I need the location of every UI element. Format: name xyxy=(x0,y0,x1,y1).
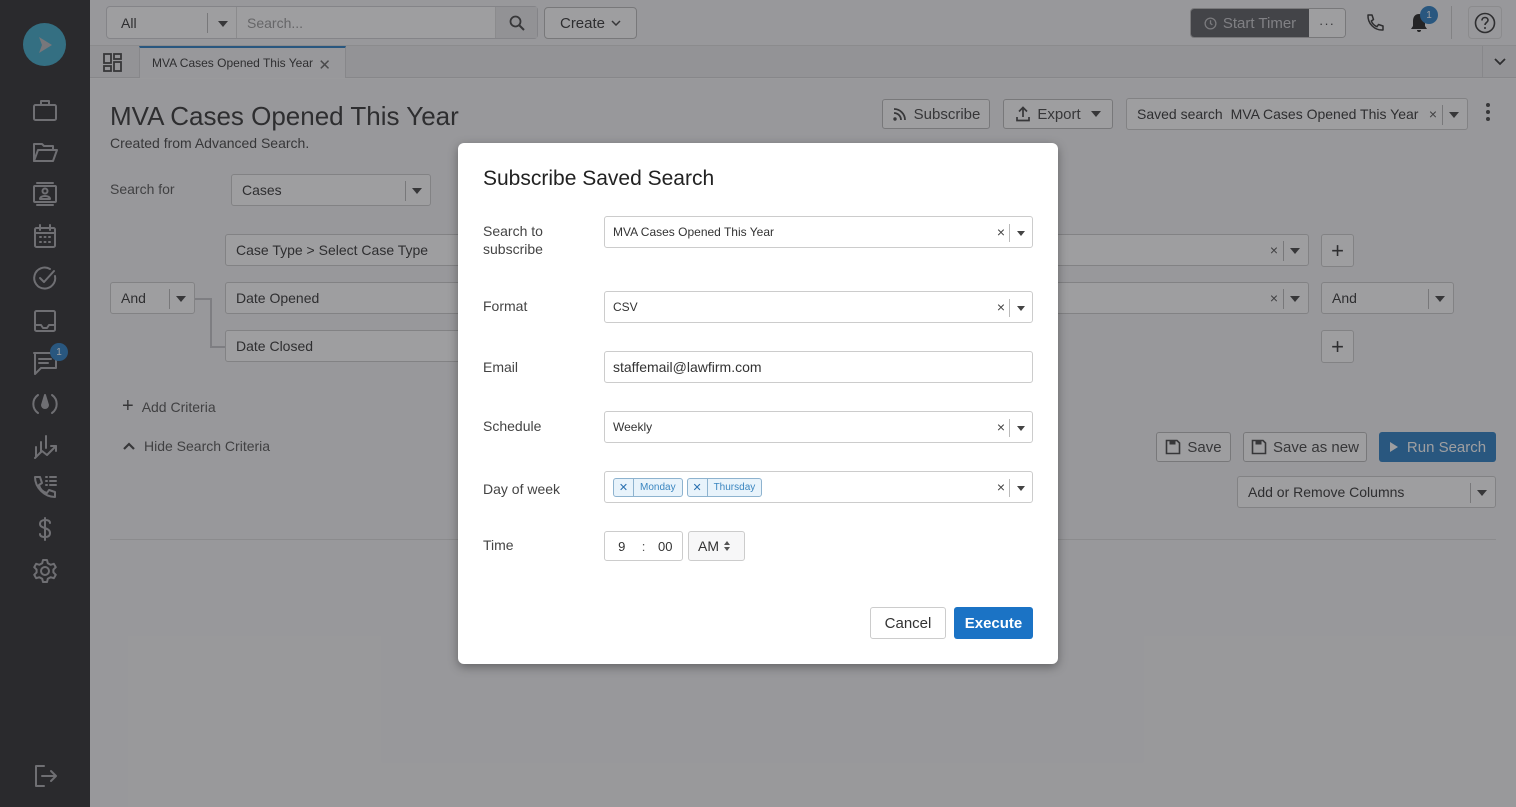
search-to-subscribe-select[interactable]: MVA Cases Opened This Year × xyxy=(604,216,1033,248)
search-to-subscribe-value: MVA Cases Opened This Year xyxy=(613,225,774,239)
modal-title: Subscribe Saved Search xyxy=(483,167,715,190)
day-tag: ✕ Thursday xyxy=(686,477,763,497)
format-value: CSV xyxy=(613,300,638,314)
schedule-select[interactable]: Weekly × xyxy=(604,411,1033,443)
caret-down-icon xyxy=(1017,231,1025,236)
remove-tag-icon[interactable]: ✕ xyxy=(688,478,708,496)
format-select[interactable]: CSV × xyxy=(604,291,1033,323)
day-tag-label: Monday xyxy=(640,481,676,493)
time-label: Time xyxy=(483,537,514,553)
remove-tag-icon[interactable]: ✕ xyxy=(614,478,634,496)
email-field[interactable] xyxy=(604,351,1033,383)
hour-input[interactable]: 9 xyxy=(605,539,639,554)
execute-button[interactable]: Execute xyxy=(954,607,1033,639)
day-of-week-label: Day of week xyxy=(483,481,561,497)
ampm-select[interactable]: AM xyxy=(688,531,745,561)
sort-arrows-icon xyxy=(724,541,730,551)
time-input: 9 : 00 xyxy=(604,531,683,561)
day-tag-label: Thursday xyxy=(713,481,756,493)
caret-down-icon xyxy=(1017,426,1025,431)
clear-icon[interactable]: × xyxy=(997,224,1005,240)
day-of-week-multiselect[interactable]: ✕ Monday ✕ Thursday × xyxy=(604,471,1033,503)
ampm-value: AM xyxy=(698,538,719,554)
clear-icon[interactable]: × xyxy=(997,479,1005,495)
schedule-label: Schedule xyxy=(483,418,542,434)
format-label: Format xyxy=(483,298,528,314)
clear-icon[interactable]: × xyxy=(997,299,1005,315)
search-to-subscribe-label: Search to subscribe xyxy=(483,223,543,257)
time-separator: : xyxy=(641,538,646,554)
schedule-value: Weekly xyxy=(613,420,653,434)
cancel-button[interactable]: Cancel xyxy=(870,607,946,639)
day-tag: ✕ Monday xyxy=(613,477,683,497)
email-label: Email xyxy=(483,359,519,375)
caret-down-icon xyxy=(1017,306,1025,311)
subscribe-modal: Subscribe Saved Search Search to subscri… xyxy=(458,143,1058,664)
caret-down-icon xyxy=(1017,486,1025,491)
minute-input[interactable]: 00 xyxy=(648,539,682,554)
clear-icon[interactable]: × xyxy=(997,419,1005,435)
